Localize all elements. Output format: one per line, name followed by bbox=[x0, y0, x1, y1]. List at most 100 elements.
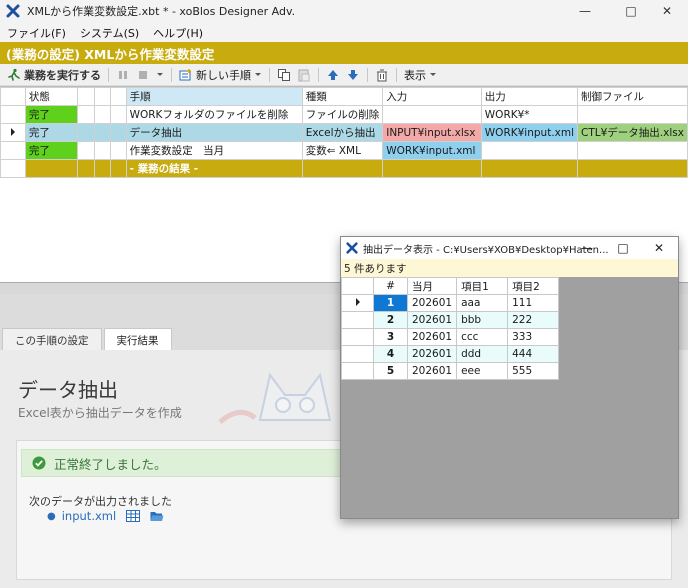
menu-system[interactable]: システム(S) bbox=[73, 25, 146, 41]
col-type-header[interactable]: 種類 bbox=[301, 87, 384, 106]
move-down-button[interactable] bbox=[343, 65, 363, 85]
minimize-icon[interactable]: — bbox=[562, 0, 608, 22]
row-indicator-header bbox=[0, 87, 26, 106]
toolbar-separator bbox=[367, 67, 368, 82]
pause-button[interactable] bbox=[113, 65, 133, 85]
tab-run-result[interactable]: 実行結果 bbox=[103, 328, 172, 350]
input-cell bbox=[382, 105, 482, 124]
col-index-header[interactable]: # bbox=[373, 277, 408, 295]
col-control-header[interactable]: 制御ファイル bbox=[577, 87, 688, 106]
footer-cell bbox=[24, 159, 79, 178]
output-cell: WORK¥* bbox=[480, 105, 579, 124]
toolbar-separator bbox=[171, 67, 172, 82]
paste-button[interactable] bbox=[294, 65, 314, 85]
row-indicator bbox=[341, 311, 374, 329]
row-index-cell: 2 bbox=[373, 311, 408, 329]
col-step-header[interactable]: 手順 bbox=[125, 87, 303, 106]
move-up-button[interactable] bbox=[323, 65, 343, 85]
paste-icon bbox=[298, 69, 310, 81]
col-blank-header bbox=[93, 87, 112, 106]
close-icon[interactable]: ✕ bbox=[644, 0, 688, 22]
copy-button[interactable] bbox=[274, 65, 294, 85]
col-status-header[interactable]: 状態 bbox=[24, 87, 79, 106]
col-item1-header[interactable]: 項目1 bbox=[456, 277, 509, 295]
view-label: 表示 bbox=[404, 68, 426, 82]
table-row-selected[interactable]: 完了 データ抽出 Excelから抽出 INPUT¥input.xlsx WORK… bbox=[0, 123, 688, 142]
popup-maximize-icon[interactable]: □ bbox=[605, 237, 641, 259]
results-footer-row[interactable]: - 業務の結果 - bbox=[0, 159, 688, 178]
business-title: (業務の設定) XMLから作業変数設定 bbox=[6, 46, 215, 62]
month-cell: 202601 bbox=[406, 294, 458, 312]
popup-header-row: # 当月 項目1 項目2 bbox=[341, 277, 560, 295]
footer-cell bbox=[301, 159, 384, 178]
output-cell bbox=[480, 141, 579, 160]
output-file-link[interactable]: input.xml bbox=[62, 509, 116, 523]
tab-step-settings[interactable]: この手順の設定 bbox=[2, 328, 102, 350]
table-row[interactable]: 4 202601 ddd 444 bbox=[341, 345, 560, 363]
item1-cell: ccc bbox=[456, 328, 509, 346]
row-indicator bbox=[341, 362, 374, 380]
row-indicator bbox=[0, 159, 26, 178]
step-cell[interactable]: 作業変数設定 当月 bbox=[125, 141, 303, 160]
stop-button[interactable] bbox=[133, 65, 153, 85]
run-button[interactable]: 業務を実行する bbox=[4, 65, 104, 85]
run-options-dropdown[interactable] bbox=[153, 65, 167, 85]
step-subtitle: Excel表から抽出データを作成 bbox=[18, 406, 182, 420]
step-title: データ抽出 bbox=[18, 378, 118, 402]
runner-icon bbox=[8, 68, 20, 81]
view-menu-button[interactable]: 表示 bbox=[401, 65, 440, 85]
item1-cell: aaa bbox=[456, 294, 509, 312]
col-blank-header bbox=[77, 87, 95, 106]
output-label: 次のデータが出力されました bbox=[29, 495, 172, 508]
item2-cell: 555 bbox=[507, 362, 560, 380]
toolbar: 業務を実行する 新しい手順 表示 bbox=[0, 64, 688, 86]
month-cell: 202601 bbox=[406, 311, 458, 329]
row-index-cell: 5 bbox=[373, 362, 408, 380]
col-item2-header[interactable]: 項目2 bbox=[507, 277, 560, 295]
extract-data-window: 抽出データ表示 - C:¥Users¥XOB¥Desktop¥Haten... … bbox=[340, 236, 679, 519]
new-step-button[interactable]: 新しい手順 bbox=[176, 65, 265, 85]
item2-cell: 222 bbox=[507, 311, 560, 329]
table-row[interactable]: 2 202601 bbb 222 bbox=[341, 311, 560, 329]
trash-icon bbox=[377, 69, 387, 81]
empty-cell bbox=[77, 141, 95, 160]
col-input-header[interactable]: 入力 bbox=[382, 87, 482, 106]
table-view-icon[interactable] bbox=[126, 510, 141, 522]
tab-strip: この手順の設定 実行結果 bbox=[0, 328, 172, 350]
popup-close-icon[interactable]: ✕ bbox=[641, 237, 677, 259]
menu-help[interactable]: ヘルプ(H) bbox=[146, 25, 210, 41]
popup-minimize-icon[interactable]: — bbox=[569, 237, 605, 259]
col-output-header[interactable]: 出力 bbox=[480, 87, 579, 106]
step-cell[interactable]: WORKフォルダのファイルを削除 bbox=[125, 105, 303, 124]
folder-open-icon[interactable] bbox=[150, 510, 164, 522]
status-cell: 完了 bbox=[24, 123, 79, 142]
success-message: 正常終了しました。 bbox=[54, 456, 167, 472]
control-cell bbox=[577, 105, 688, 124]
table-row[interactable]: 5 202601 eee 555 bbox=[341, 362, 560, 380]
toolbar-separator bbox=[318, 67, 319, 82]
col-month-header[interactable]: 当月 bbox=[406, 277, 458, 295]
delete-button[interactable] bbox=[372, 65, 392, 85]
arrow-down-icon bbox=[348, 69, 358, 80]
control-cell bbox=[577, 141, 688, 160]
business-header: (業務の設定) XMLから作業変数設定 bbox=[0, 42, 688, 64]
menu-file[interactable]: ファイル(F) bbox=[0, 25, 73, 41]
table-row-selected[interactable]: 1 202601 aaa 111 bbox=[341, 294, 560, 312]
extract-data-table: # 当月 項目1 項目2 1 202601 aaa 111 2 202601 b… bbox=[341, 277, 560, 380]
popup-title-bar: 抽出データ表示 - C:¥Users¥XOB¥Desktop¥Haten... … bbox=[341, 237, 678, 259]
footer-cell bbox=[382, 159, 482, 178]
stop-icon bbox=[139, 70, 147, 79]
item2-cell: 333 bbox=[507, 328, 560, 346]
row-indicator-header bbox=[341, 277, 374, 295]
results-footer-label: - 業務の結果 - bbox=[125, 159, 303, 178]
table-row[interactable]: 完了 WORKフォルダのファイルを削除 ファイルの削除 WORK¥* bbox=[0, 105, 688, 124]
type-cell: ファイルの削除 bbox=[301, 105, 384, 124]
table-row[interactable]: 3 202601 ccc 333 bbox=[341, 328, 560, 346]
footer-cell bbox=[480, 159, 579, 178]
run-label: 業務を実行する bbox=[24, 68, 101, 82]
empty-cell bbox=[110, 123, 127, 142]
current-row-arrow-icon bbox=[355, 298, 360, 306]
xoblos-app-icon bbox=[6, 4, 20, 18]
step-cell[interactable]: データ抽出 bbox=[125, 123, 303, 142]
table-row[interactable]: 完了 作業変数設定 当月 変数⇐ XML WORK¥input.xml bbox=[0, 141, 688, 160]
